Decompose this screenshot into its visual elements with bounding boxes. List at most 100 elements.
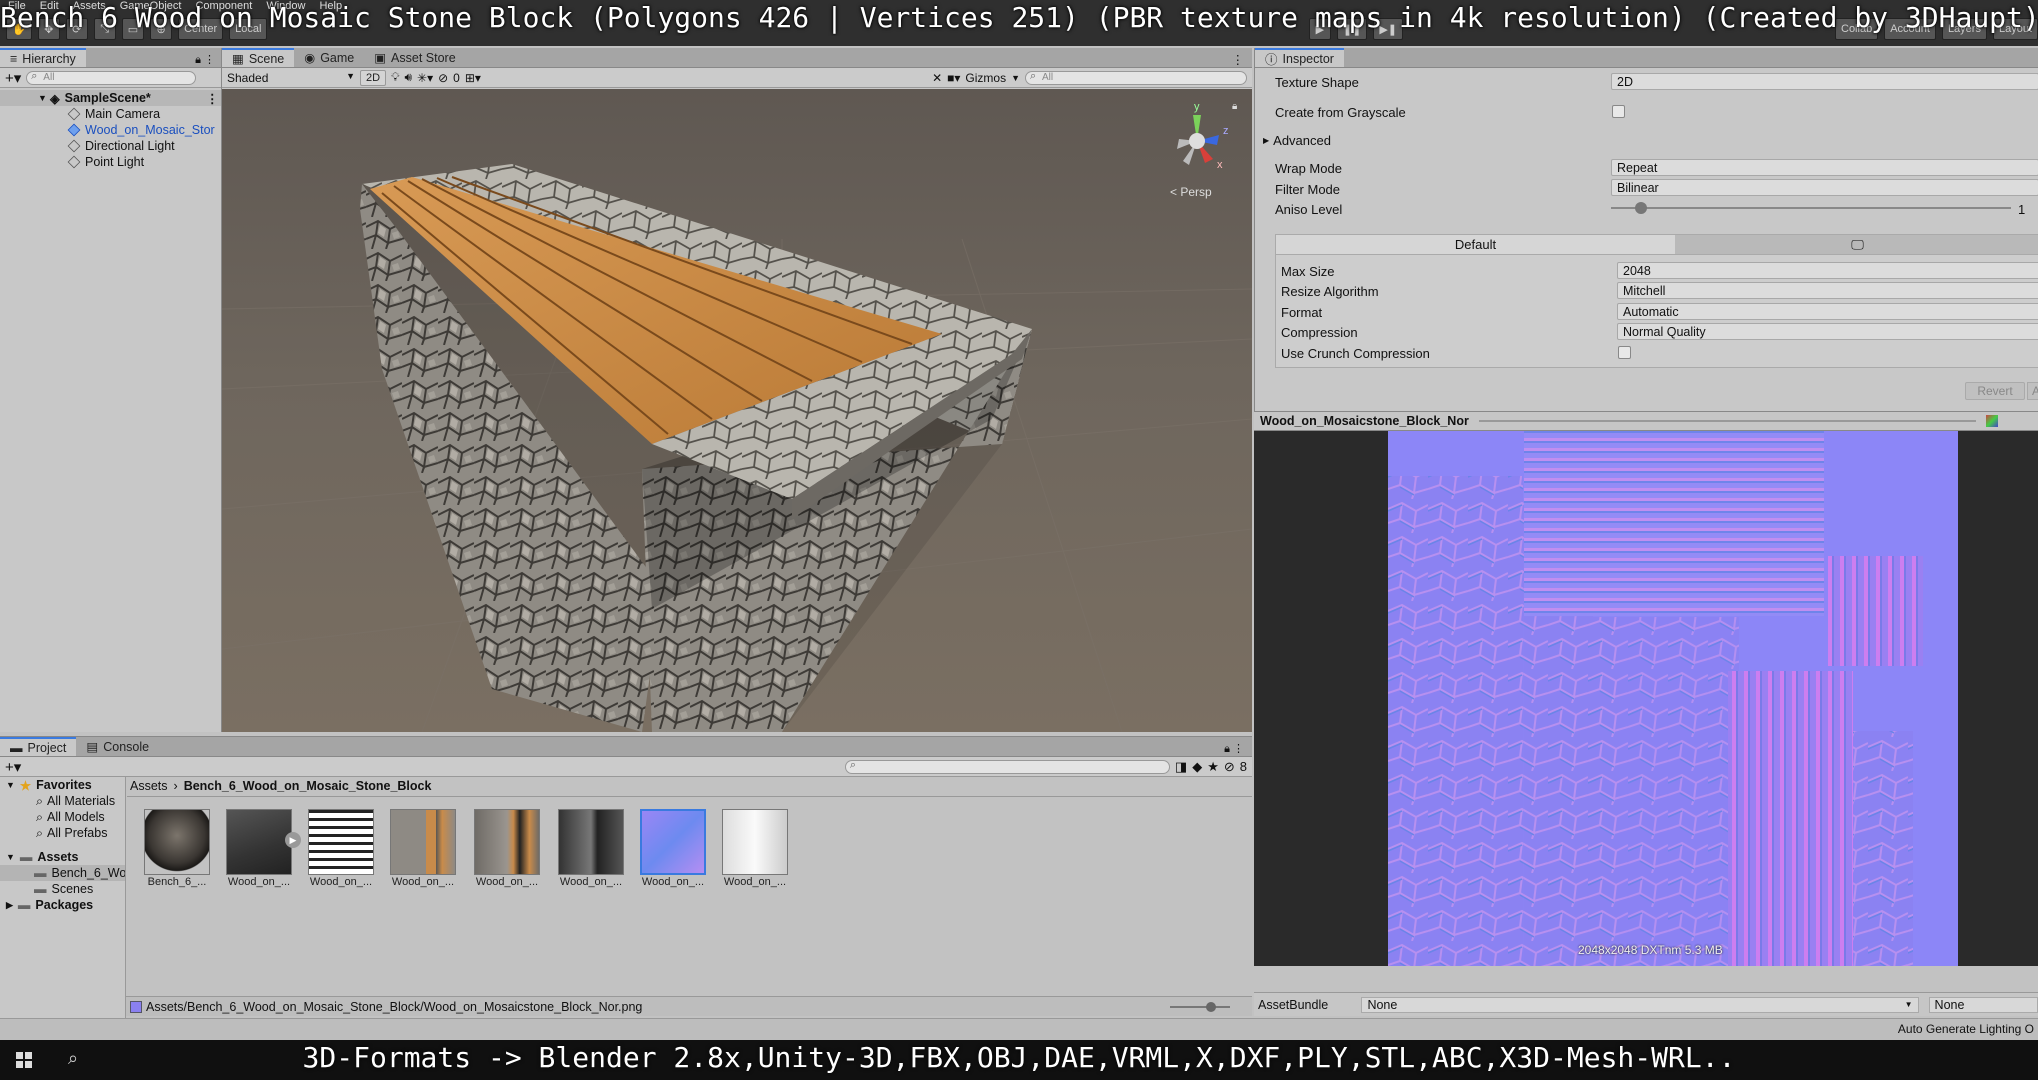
scene-root-row[interactable]: ▼ ◈ SampleScene* ⋮	[0, 90, 221, 106]
max-size-dropdown[interactable]: 2048	[1617, 262, 2038, 279]
chevron-down-icon[interactable]: ▼	[38, 93, 47, 103]
asset-thumb-model[interactable]: ▶	[226, 809, 301, 875]
resize-algorithm-dropdown[interactable]: Mitchell	[1617, 282, 2038, 299]
orientation-gizmo[interactable]: y z x	[1157, 101, 1237, 181]
tab-project[interactable]: ▬ Project	[0, 737, 77, 756]
thumbnail-size-slider[interactable]	[1170, 1001, 1230, 1012]
create-plus-icon[interactable]: +▾	[5, 758, 21, 776]
assets-folder-bench[interactable]: ▬ Bench_6_Wo	[0, 865, 125, 881]
slider-handle[interactable]	[1206, 1001, 1216, 1012]
chevron-right-icon: ▶	[6, 899, 13, 910]
hierarchy-search-input[interactable]: All	[26, 70, 197, 85]
breadcrumb-folder[interactable]: Bench_6_Wood_on_Mosaic_Stone_Block	[184, 779, 432, 793]
shading-mode-dropdown[interactable]: Shaded ▼	[227, 71, 355, 85]
unity-status-bar: Auto Generate Lighting O	[0, 1018, 2038, 1040]
grid-icon[interactable]: ⊞▾	[465, 71, 481, 85]
asset-thumb-texture-roughness[interactable]	[722, 809, 788, 875]
compression-label: Compression	[1281, 324, 1358, 340]
platform-tab-standalone[interactable]: 🖵︎	[1675, 235, 2038, 255]
asset-thumb-texture-ao[interactable]	[308, 809, 374, 875]
wrap-mode-dropdown[interactable]: Repeat	[1611, 159, 2038, 176]
hierarchy-item-point-light[interactable]: Point Light	[0, 154, 221, 170]
preview-title: Wood_on_Mosaicstone_Block_Nor	[1260, 414, 1469, 428]
asset-thumb-texture-normal[interactable]	[640, 809, 706, 875]
favorite-all-models[interactable]: ⌕ All Models	[0, 809, 125, 825]
favorite-all-prefabs[interactable]: ⌕ All Prefabs	[0, 825, 125, 841]
slider-handle[interactable]	[1635, 202, 1647, 214]
aniso-level-slider[interactable]	[1611, 201, 2011, 215]
texture-shape-dropdown[interactable]: 2D	[1611, 73, 2038, 90]
assetbundle-dropdown[interactable]: None ▼	[1361, 996, 1919, 1013]
toggle-2d-button[interactable]: 2D	[360, 69, 387, 86]
lock-icon[interactable]: 🔒︎ ⋮	[1224, 742, 1252, 756]
search-by-label-icon[interactable]: ◆	[1192, 759, 1202, 775]
resize-algorithm-label: Resize Algorithm	[1281, 283, 1379, 299]
star-icon: ★	[19, 778, 32, 793]
compression-dropdown[interactable]: Normal Quality	[1617, 323, 2038, 340]
scene-viewport[interactable]: y z x 🔒︎ < Persp	[222, 89, 1252, 732]
scene-search-input[interactable]: All	[1025, 70, 1247, 85]
assetbundle-variant-dropdown[interactable]: None	[1928, 996, 2038, 1013]
play-icon[interactable]: ▶	[285, 832, 301, 848]
create-plus-icon[interactable]: +▾	[5, 69, 21, 87]
tab-scene[interactable]: ▦ Scene	[222, 48, 295, 67]
breadcrumb-assets[interactable]: Assets	[130, 779, 168, 793]
chevron-down-icon[interactable]: ▼	[1011, 73, 1020, 83]
aniso-level-value[interactable]: 1	[2018, 199, 2025, 219]
more-icon[interactable]: ⋮	[206, 91, 219, 106]
axis-y-label: y	[1194, 101, 1200, 113]
scene-toolbar: Shaded ▼ 2D 💡︎ 🔊︎ ✳▾ ⊘ 0 ⊞▾ ✕ ■▾ Gizmos ▼ …	[222, 68, 1252, 88]
tab-hierarchy[interactable]: ≡ Hierarchy	[0, 48, 86, 67]
lock-icon[interactable]: 🔒︎ ⋮	[195, 53, 221, 67]
tab-game[interactable]: ◉ Game	[294, 48, 364, 67]
assets-root-row[interactable]: ▼ ▬ Assets	[0, 849, 125, 865]
project-search-input[interactable]	[844, 759, 1170, 774]
rgb-channel-icon[interactable]	[1986, 415, 1998, 427]
camera-icon[interactable]: ■▾	[947, 71, 960, 85]
asset-thumb-texture-height[interactable]	[474, 809, 540, 875]
asset-label: Wood_on_...	[641, 876, 705, 888]
auto-lighting-status[interactable]: Auto Generate Lighting O	[1898, 1022, 2034, 1036]
favorite-all-materials[interactable]: ⌕ All Materials	[0, 793, 125, 809]
filter-mode-dropdown[interactable]: Bilinear	[1611, 179, 2038, 196]
perspective-label[interactable]: < Persp	[1170, 185, 1212, 199]
tools-icon[interactable]: ✕	[932, 71, 942, 85]
hidden-count: 0	[453, 70, 460, 85]
apply-button[interactable]: A	[2027, 382, 2038, 400]
platform-tab-default[interactable]: Default	[1276, 235, 1675, 255]
lighting-icon[interactable]: 💡︎	[391, 70, 399, 85]
asset-thumb-bench-prefab[interactable]	[144, 809, 210, 875]
project-toolbar: +▾ ◨ ◆ ★ ⊘ 8	[0, 757, 1252, 777]
favorites-row[interactable]: ▼ ★ Favorites	[0, 777, 125, 793]
gizmo-lock-icon[interactable]: 🔒︎	[1232, 101, 1237, 112]
create-grayscale-checkbox[interactable]	[1612, 105, 1625, 118]
normal-map-preview-image	[1388, 431, 1958, 966]
favorite-star-icon[interactable]: ★	[1207, 759, 1219, 775]
crunch-compression-checkbox[interactable]	[1618, 346, 1631, 359]
hierarchy-item-main-camera[interactable]: Main Camera	[0, 106, 221, 122]
gizmos-dropdown[interactable]: Gizmos	[965, 71, 1006, 85]
hidden-objects-icon[interactable]: ⊘	[438, 71, 448, 85]
effects-icon[interactable]: ✳▾	[417, 71, 433, 85]
axis-gizmo-icon	[1177, 115, 1219, 165]
asset-thumb-texture-metallic[interactable]	[558, 809, 624, 875]
packages-row[interactable]: ▶ ▬ Packages	[0, 897, 125, 913]
asset-thumb-texture-albedo[interactable]	[390, 809, 456, 875]
tab-inspector[interactable]: ⓘ Inspector	[1255, 48, 1344, 67]
format-dropdown[interactable]: Automatic	[1617, 303, 2038, 320]
revert-button[interactable]: Revert	[1965, 382, 2025, 400]
assets-folder-scenes[interactable]: ▬ Scenes	[0, 881, 125, 897]
search-by-type-icon[interactable]: ◨	[1175, 759, 1187, 775]
tab-console[interactable]: ▤ Console	[76, 737, 159, 756]
preview-info-label: 2048x2048 DXTnm 5.3 MB	[1578, 943, 1723, 957]
audio-icon[interactable]: 🔊︎	[404, 70, 412, 85]
hierarchy-item-wood-on-mosaic[interactable]: Wood_on_Mosaic_Stor	[0, 122, 221, 138]
hierarchy-item-directional-light[interactable]: Directional Light	[0, 138, 221, 154]
hidden-packages-icon[interactable]: ⊘	[1224, 759, 1235, 775]
folder-icon: ▬	[19, 850, 33, 864]
tab-asset-store[interactable]: ▣ Asset Store	[364, 48, 465, 67]
more-icon[interactable]: ⋮	[1232, 52, 1253, 67]
texture-preview: 2048x2048 DXTnm 5.3 MB	[1254, 431, 2038, 966]
advanced-foldout[interactable]: ▶ Advanced	[1263, 130, 1331, 150]
favorites-label: Favorites	[36, 778, 92, 792]
